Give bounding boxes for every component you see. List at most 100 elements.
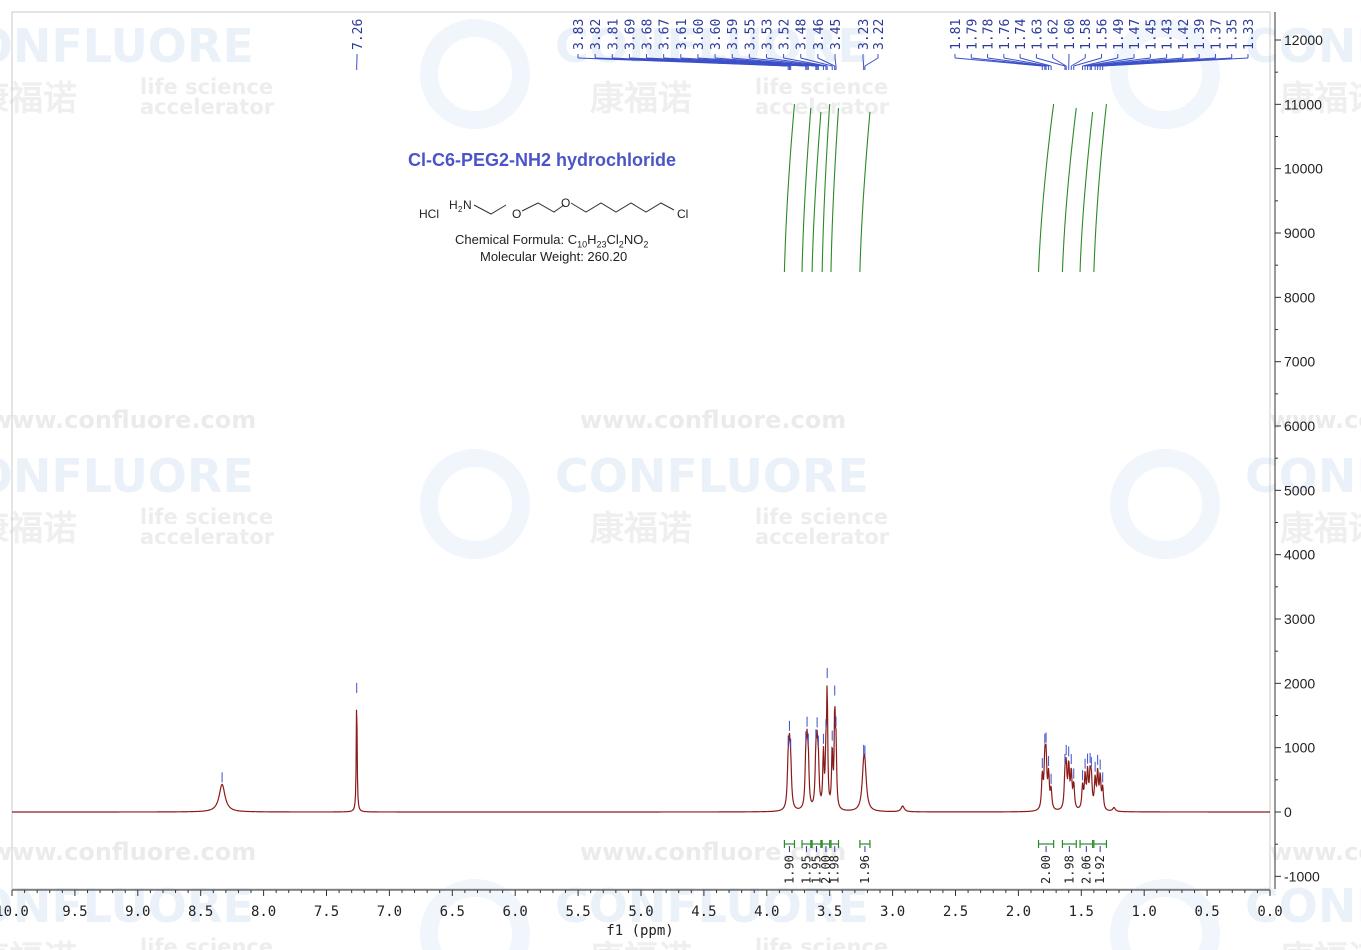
- watermark-chinese: 康福诺: [0, 939, 77, 950]
- chlorine-label: Cl: [677, 207, 688, 221]
- peak-label: 3.81: [606, 19, 621, 50]
- integral-value: 1.90: [782, 855, 796, 884]
- y-tick-label: 9000: [1284, 225, 1315, 241]
- peak-label-connector: [862, 57, 865, 67]
- x-tick-label: 3.5: [817, 904, 842, 920]
- chemical-formula: Chemical Formula: C10H23Cl2NO2: [455, 232, 648, 250]
- peak-label: 3.48: [795, 19, 810, 50]
- y-tick-label: -1000: [1284, 868, 1320, 884]
- watermark-logo-icon: [420, 19, 530, 129]
- watermark-url: www.confluore.com: [0, 406, 256, 434]
- formula-part: NO: [623, 232, 644, 247]
- peak-label: 3.68: [641, 19, 656, 50]
- chemical-structure: HCl H 2 N O O Cl: [419, 196, 688, 221]
- x-tick-label: 1.5: [1069, 904, 1094, 920]
- peak-label: 3.83: [572, 19, 587, 50]
- watermark-tagline: life science: [755, 935, 888, 950]
- peak-label: 1.47: [1128, 19, 1143, 50]
- watermark-tagline: accelerator: [140, 525, 275, 549]
- oxygen-1-label: O: [512, 207, 521, 221]
- formula-part: 2: [643, 239, 649, 250]
- formula-prefix: Chemical Formula:: [455, 232, 568, 247]
- integral-curves: [783, 103, 1108, 273]
- peak-label: 1.49: [1112, 19, 1127, 50]
- x-tick-label: 4.0: [754, 904, 779, 920]
- integral-curve: [801, 107, 812, 273]
- watermark-tagline: accelerator: [755, 525, 890, 549]
- peak-label: 3.61: [675, 19, 690, 50]
- y-tick-label: 5000: [1284, 482, 1315, 498]
- chain-bonds-1: [473, 204, 507, 215]
- peak-label: 3.23: [857, 19, 872, 50]
- formula-part: C: [567, 232, 578, 247]
- y-tick-label: 1000: [1284, 740, 1315, 756]
- peak-label: 3.60: [709, 19, 724, 50]
- integral-value: 1.98: [828, 855, 842, 884]
- chain-bonds-2: [521, 202, 565, 213]
- integral-curve: [783, 103, 796, 273]
- amine-n-label: N: [463, 198, 472, 212]
- integral-curve: [1037, 103, 1055, 273]
- formula-body: C10H23Cl2NO2: [567, 232, 649, 250]
- integral-curve: [1079, 111, 1094, 273]
- watermark-brand: CONFLUORE: [555, 449, 869, 503]
- integral-curve: [1093, 103, 1108, 273]
- amine-h-label: H: [449, 198, 458, 212]
- x-tick-label: 6.0: [503, 904, 528, 920]
- watermark-brand: CONFLUORE: [0, 449, 254, 503]
- peak-label: 1.42: [1177, 19, 1192, 50]
- formula-part: H: [587, 232, 597, 247]
- watermark-block: CONFLUORE康福诺life scienceaccelerator: [420, 449, 890, 559]
- watermark-chinese: 康福诺: [1280, 939, 1361, 950]
- spectrum-line: [12, 685, 1270, 813]
- x-axis-label: f1 (ppm): [606, 923, 673, 939]
- peak-label: 1.81: [949, 19, 964, 50]
- peak-label: 3.60: [692, 19, 707, 50]
- x-tick-label: 9.5: [62, 904, 87, 920]
- y-tick-label: 12000: [1284, 32, 1323, 48]
- integral-value: 1.92: [1093, 855, 1107, 884]
- y-tick-label: 0: [1284, 804, 1292, 820]
- integral-curve: [859, 111, 871, 273]
- peak-label: 3.59: [726, 19, 741, 50]
- y-tick-label: 11000: [1284, 96, 1322, 112]
- peak-label: 1.37: [1209, 19, 1224, 50]
- x-tick-label: 4.5: [691, 904, 716, 920]
- integral-value: 2.00: [1039, 855, 1053, 884]
- peak-label: 3.67: [658, 19, 673, 50]
- y-tick-label: 3000: [1284, 611, 1315, 627]
- watermark-tagline: life science: [140, 935, 273, 950]
- watermark-block: CONFLUORE康福诺life scienceaccelerator: [0, 19, 275, 119]
- peak-labels: 7.26 3.83 3.82 3.81 3.69 3.68 3.67 3.61 3.60 3.60…: [221, 19, 1257, 784]
- watermark-chinese: 康福诺: [590, 79, 692, 119]
- x-tick-label: 2.5: [943, 904, 968, 920]
- y-tick-label: 6000: [1284, 418, 1315, 434]
- hcl-label: HCl: [419, 207, 439, 221]
- y-tick-label: 10000: [1284, 161, 1323, 177]
- x-tick-label: 1.0: [1132, 904, 1157, 920]
- peak-label: 1.58: [1079, 19, 1094, 50]
- x-tick-label: 0.0: [1257, 904, 1282, 920]
- y-tick-label: 7000: [1284, 354, 1315, 370]
- peak-label: 1.74: [1014, 19, 1029, 50]
- x-tick-label: 5.5: [565, 904, 590, 920]
- x-tick-label: 7.5: [314, 904, 339, 920]
- integral-value: 2.06: [1079, 855, 1093, 884]
- integral-curve: [821, 103, 831, 273]
- peak-label: 1.39: [1193, 19, 1208, 50]
- compound-title: Cl-C6-PEG2-NH2 hydrochloride: [408, 150, 677, 170]
- y-tick-label: 8000: [1284, 289, 1315, 305]
- chain-bonds-3: [570, 202, 675, 213]
- x-tick-label: 7.0: [377, 904, 402, 920]
- peak-label: 1.35: [1226, 19, 1241, 50]
- x-tick-label: 8.5: [188, 904, 213, 920]
- watermark-brand: CONFLUORE: [0, 19, 254, 73]
- peak-label: 1.76: [998, 19, 1013, 50]
- integral-curve: [811, 111, 822, 273]
- watermark-layer: CONFLUORE康福诺life scienceacceleratorCONFL…: [0, 19, 1361, 950]
- peak-label: 3.55: [743, 19, 758, 50]
- peak-label: 1.60: [1063, 19, 1078, 50]
- peak-label: 3.82: [589, 19, 604, 50]
- watermark-block: CONFLUORE康福诺life scienceaccelerator: [0, 449, 275, 549]
- peak-label: 3.69: [623, 19, 638, 50]
